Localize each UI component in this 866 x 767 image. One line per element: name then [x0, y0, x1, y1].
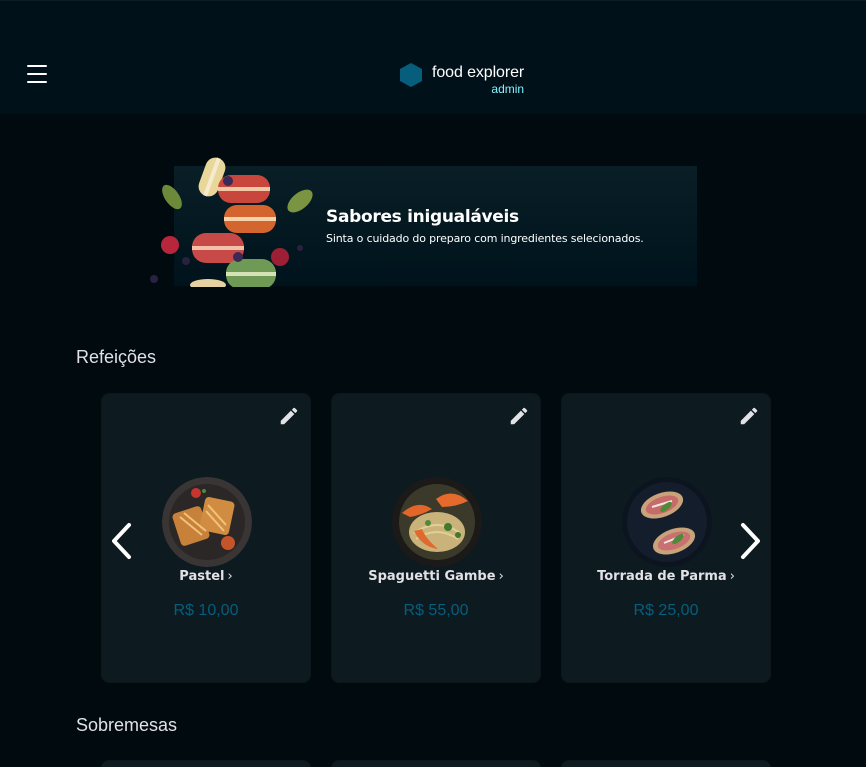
section-title-meals: Refeições [76, 347, 157, 367]
macarons-illustration [150, 157, 313, 287]
banner-text: Sabores inigualáveis Sinta o cuidado do … [326, 206, 644, 247]
carousel-prev-chevron-left-icon[interactable] [109, 522, 133, 560]
hexagon-logo-icon [400, 63, 422, 87]
chevron-right-icon: › [227, 569, 233, 584]
dish-price: R$ 25,00 [633, 602, 699, 619]
pencil-edit-icon[interactable] [508, 405, 530, 427]
carousel-next-chevron-right-icon[interactable] [739, 522, 763, 560]
brand-logo-link[interactable]: food explorer admin [398, 61, 524, 101]
dish-card[interactable]: Spaguetti Gambe › R$ 55,00 [331, 393, 541, 683]
pencil-edit-icon[interactable] [278, 405, 300, 427]
dish-price: R$ 55,00 [403, 602, 469, 619]
dish-image-torrada[interactable] [622, 477, 712, 567]
banner-title: Sabores inigualáveis [326, 207, 519, 227]
dish-card[interactable] [101, 760, 311, 767]
dish-card[interactable] [561, 760, 771, 767]
hamburger-menu-icon[interactable] [27, 65, 49, 83]
chevron-right-icon: › [729, 569, 735, 584]
dish-price: R$ 10,00 [173, 602, 239, 619]
brand-role-badge: admin [491, 82, 525, 96]
section-title-desserts: Sobremesas [76, 715, 178, 735]
dish-image-pastel[interactable] [162, 477, 252, 567]
dish-name-link[interactable]: Pastel › [102, 567, 310, 587]
chevron-right-icon: › [498, 569, 504, 584]
dish-image-spaguetti[interactable] [392, 477, 482, 567]
dish-name-link[interactable]: Torrada de Parma › [562, 567, 770, 587]
app-header: food explorer admin [0, 0, 866, 114]
dish-card[interactable] [331, 760, 541, 767]
dish-name-link[interactable]: Spaguetti Gambe › [332, 567, 540, 587]
banner-subtitle: Sinta o cuidado do preparo com ingredien… [326, 232, 644, 245]
pencil-edit-icon[interactable] [738, 405, 760, 427]
